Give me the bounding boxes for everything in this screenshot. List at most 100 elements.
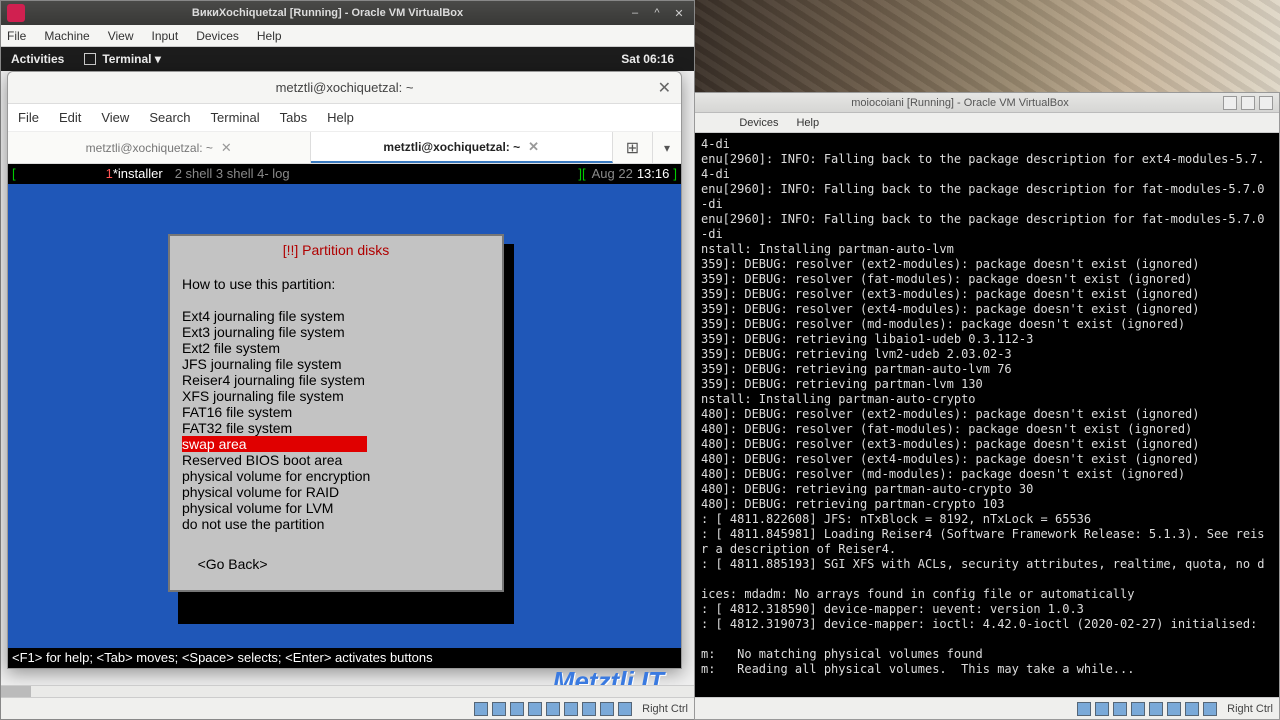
terminal-close-button[interactable]: ✕ <box>658 78 671 98</box>
right-vbox-titlebar[interactable]: moiocoiani [Running] - Oracle VM Virtual… <box>695 93 1279 113</box>
partition-option[interactable]: Ext3 journaling file system <box>182 324 490 340</box>
status-icon[interactable] <box>1167 702 1181 716</box>
dialog-options-list: Ext4 journaling file systemExt3 journali… <box>182 308 490 532</box>
status-icon[interactable] <box>1113 702 1127 716</box>
status-icon[interactable] <box>474 702 488 716</box>
terminal-title-text: metztli@xochiquetzal: ~ <box>276 80 414 95</box>
screen-status-line: [ 1 *installer 2 shell 3 shell 4- log ][… <box>8 164 681 184</box>
right-terminal-output[interactable]: 4-di enu[2960]: INFO: Falling back to th… <box>695 133 1279 697</box>
terminal-tab-bar: metztli@xochiquetzal: ~ ✕ metztli@xochiq… <box>8 132 681 164</box>
status-end-bracket: ] <box>673 166 677 182</box>
left-vbox-title: ВикиXochiquetzal [Running] - Oracle VM V… <box>33 7 622 19</box>
terminal-tab-1[interactable]: metztli@xochiquetzal: ~ ✕ <box>8 132 311 163</box>
scrollbar-thumb[interactable] <box>1 686 31 697</box>
menu-help[interactable]: Help <box>796 117 819 129</box>
host-key-label: Right Ctrl <box>642 703 688 715</box>
virtualbox-logo-icon <box>7 4 25 22</box>
menu-machine[interactable]: Machine <box>44 29 89 43</box>
partition-option[interactable]: FAT16 file system <box>182 404 490 420</box>
partition-option[interactable]: Ext4 journaling file system <box>182 308 490 324</box>
status-icon[interactable] <box>546 702 560 716</box>
status-icon[interactable] <box>492 702 506 716</box>
status-icon[interactable] <box>618 702 632 716</box>
menu-file[interactable]: File <box>7 29 26 43</box>
status-right-bracket: ][ <box>578 166 585 182</box>
partition-option[interactable]: physical volume for encryption <box>182 468 490 484</box>
partition-option[interactable]: FAT32 file system <box>182 420 490 436</box>
gnome-terminal-window: metztli@xochiquetzal: ~ ✕ File Edit View… <box>7 71 682 669</box>
tmenu-view[interactable]: View <box>101 110 129 125</box>
background-photo <box>695 0 1280 92</box>
terminal-tab-2[interactable]: metztli@xochiquetzal: ~ ✕ <box>311 132 614 163</box>
tab-2-close-icon[interactable]: ✕ <box>528 139 539 155</box>
tmenu-tabs[interactable]: Tabs <box>280 110 307 125</box>
menu-help[interactable]: Help <box>257 29 282 43</box>
terminal-menubar: File Edit View Search Terminal Tabs Help <box>8 104 681 132</box>
right-vbox-menubar: pad Devices Help <box>695 113 1279 133</box>
menu-devices[interactable]: Devices <box>739 117 778 129</box>
status-icon[interactable] <box>1149 702 1163 716</box>
close-button[interactable]: ✕ <box>670 4 688 22</box>
minimize-button[interactable] <box>1223 96 1237 110</box>
menu-view[interactable]: View <box>108 29 134 43</box>
status-icon[interactable] <box>564 702 578 716</box>
menu-devices[interactable]: Devices <box>196 29 239 43</box>
menu-input[interactable]: Input <box>152 29 179 43</box>
maximize-button[interactable] <box>1241 96 1255 110</box>
tmenu-search[interactable]: Search <box>149 110 190 125</box>
tmenu-help[interactable]: Help <box>327 110 354 125</box>
close-button[interactable] <box>1259 96 1273 110</box>
status-other-windows: 2 shell 3 shell 4- log <box>175 166 290 182</box>
status-icon[interactable] <box>1077 702 1091 716</box>
left-vbox-titlebar[interactable]: ВикиXochiquetzal [Running] - Oracle VM V… <box>1 1 694 25</box>
tab-1-close-icon[interactable]: ✕ <box>221 140 232 156</box>
partition-option[interactable]: physical volume for RAID <box>182 484 490 500</box>
partition-option[interactable]: swap area <box>182 436 367 452</box>
status-icon[interactable] <box>1185 702 1199 716</box>
left-vbox-window: ВикиXochiquetzal [Running] - Oracle VM V… <box>0 0 695 720</box>
tmenu-file[interactable]: File <box>18 110 39 125</box>
new-tab-button[interactable]: ⊞ <box>613 132 653 163</box>
tmenu-edit[interactable]: Edit <box>59 110 81 125</box>
right-vbox-title: moiocoiani [Running] - Oracle VM Virtual… <box>701 97 1219 109</box>
minimize-button[interactable]: – <box>626 4 644 22</box>
dialog-prompt: How to use this partition: <box>182 276 490 292</box>
partition-option[interactable]: JFS journaling file system <box>182 356 490 372</box>
status-icon[interactable] <box>1203 702 1217 716</box>
status-icon[interactable] <box>582 702 596 716</box>
tmenu-terminal[interactable]: Terminal <box>211 110 260 125</box>
status-current-window: *installer <box>113 166 163 182</box>
tabs-dropdown-button[interactable]: ▾ <box>653 132 681 163</box>
app-indicator-label: Terminal ▾ <box>102 52 160 66</box>
go-back-button[interactable]: <Go Back> <box>182 556 490 572</box>
terminal-body[interactable]: [ 1 *installer 2 shell 3 shell 4- log ][… <box>8 164 681 668</box>
left-vbox-menubar: File Machine View Input Devices Help <box>1 25 694 47</box>
clock[interactable]: Sat 06:16 <box>621 52 674 66</box>
app-indicator-terminal[interactable]: Terminal ▾ <box>84 52 160 66</box>
activities-button[interactable]: Activities <box>11 52 64 66</box>
partition-option[interactable]: Reserved BIOS boot area <box>182 452 490 468</box>
status-icon[interactable] <box>528 702 542 716</box>
status-icon[interactable] <box>1131 702 1145 716</box>
partition-option[interactable]: Reiser4 journaling file system <box>182 372 490 388</box>
installer-help-line: <F1> for help; <Tab> moves; <Space> sele… <box>8 648 681 668</box>
dialog-box: [!!] Partition disks How to use this par… <box>168 234 504 592</box>
tab-1-label: metztli@xochiquetzal: ~ <box>86 141 213 155</box>
status-time: 13:16 <box>637 166 670 182</box>
horizontal-scrollbar[interactable] <box>1 685 694 697</box>
terminal-icon <box>84 53 96 65</box>
partition-option[interactable]: physical volume for LVM <box>182 500 490 516</box>
partition-dialog: [!!] Partition disks How to use this par… <box>168 234 504 592</box>
dialog-title: [!!] Partition disks <box>182 242 490 258</box>
terminal-title[interactable]: metztli@xochiquetzal: ~ ✕ <box>8 72 681 104</box>
status-icon[interactable] <box>1095 702 1109 716</box>
partition-option[interactable]: do not use the partition <box>182 516 490 532</box>
maximize-button[interactable]: ^ <box>648 4 666 22</box>
host-key-label: Right Ctrl <box>1227 703 1273 715</box>
partition-option[interactable]: Ext2 file system <box>182 340 490 356</box>
status-icon[interactable] <box>600 702 614 716</box>
partition-option[interactable]: XFS journaling file system <box>182 388 490 404</box>
status-icon[interactable] <box>510 702 524 716</box>
tab-2-label: metztli@xochiquetzal: ~ <box>383 140 520 154</box>
left-vbox-statusbar: Right Ctrl <box>1 697 694 719</box>
